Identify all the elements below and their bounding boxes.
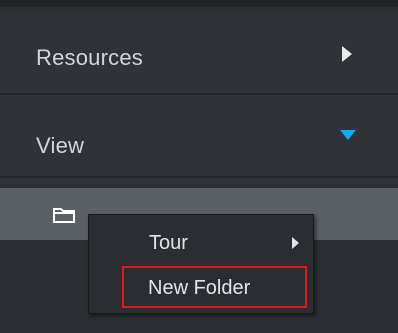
top-edge — [0, 0, 398, 7]
section-label-resources: Resources — [36, 45, 143, 70]
sidebar-section-view[interactable]: View — [0, 96, 398, 184]
sidebar-section-resources[interactable]: Resources — [0, 12, 398, 100]
section-divider — [0, 176, 398, 178]
section-divider — [0, 93, 398, 95]
context-menu: Tour New Folder — [88, 214, 314, 314]
menu-item-label: Tour — [149, 232, 188, 254]
submenu-arrow-icon — [292, 237, 299, 249]
menu-item-tour[interactable]: Tour — [89, 219, 313, 265]
folder-icon — [53, 208, 75, 223]
chevron-right-icon — [342, 46, 352, 62]
section-label-view: View — [36, 133, 85, 158]
menu-item-label: New Folder — [148, 277, 251, 299]
menu-item-new-folder[interactable]: New Folder — [122, 266, 307, 308]
chevron-down-icon — [340, 130, 356, 140]
sidebar-panel: Resources View Tour New Folder — [0, 0, 398, 333]
